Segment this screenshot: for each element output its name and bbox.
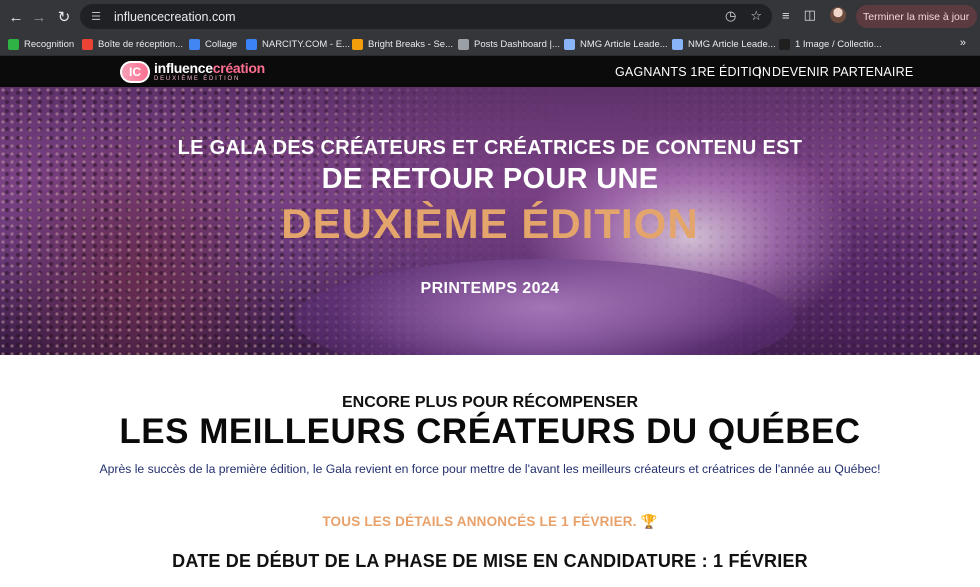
bookmark-label: NARCITY.COM - E... bbox=[262, 39, 350, 50]
bookmark-item[interactable]: NARCITY.COM - E... bbox=[246, 37, 350, 52]
bookmark-label: Boîte de réception... bbox=[98, 39, 184, 50]
bookmark-star-icon[interactable]: ☆ bbox=[750, 8, 762, 24]
reading-list-icon[interactable]: ≡ bbox=[782, 8, 790, 23]
bookmark-favicon-icon bbox=[672, 39, 683, 50]
performance-icon[interactable]: ◷ bbox=[725, 8, 736, 24]
bookmark-label: Posts Dashboard |... bbox=[474, 39, 560, 50]
logo-word-creation: création bbox=[212, 60, 265, 76]
site-header: IC influencecréation DEUXIÈME ÉDITION GA… bbox=[0, 56, 980, 87]
bookmark-item[interactable]: NMG Article Leade... bbox=[564, 37, 668, 52]
section-kicker: ENCORE PLUS POUR RÉCOMPENSER bbox=[341, 394, 639, 411]
site-logo[interactable]: IC influencecréation DEUXIÈME ÉDITION bbox=[120, 59, 265, 84]
bookmark-favicon-icon bbox=[352, 39, 363, 50]
nav-separator: | bbox=[758, 64, 762, 79]
section-description: Après le succès de la première édition, … bbox=[99, 462, 881, 476]
back-arrow-icon[interactable]: ← bbox=[4, 5, 28, 29]
bookmark-item[interactable]: Posts Dashboard |... bbox=[458, 37, 560, 52]
bookmark-favicon-icon bbox=[189, 39, 200, 50]
bookmark-label: 1 Image / Collectio... bbox=[795, 39, 882, 50]
bookmark-item[interactable]: 1 Image / Collectio... bbox=[779, 37, 882, 52]
bookmark-favicon-icon bbox=[564, 39, 575, 50]
hero-line-1: LE GALA DES CRÉATEURS ET CRÉATRICES DE C… bbox=[177, 137, 803, 159]
nav-partner-link[interactable]: DEVENIR PARTENAIRE bbox=[772, 65, 913, 79]
details-announcement: TOUS LES DÉTAILS ANNONCÉS LE 1 FÉVRIER. … bbox=[322, 514, 658, 529]
browser-toolbar: ← → ↻ ☰ influencecreation.com ◷ ☆ ≡ ◫ Te… bbox=[0, 0, 980, 33]
logo-mark: IC bbox=[120, 60, 150, 83]
bookmark-label: Bright Breaks - Se... bbox=[368, 39, 454, 50]
bookmark-favicon-icon bbox=[8, 39, 19, 50]
bookmark-item[interactable]: Bright Breaks - Se... bbox=[352, 37, 453, 52]
section-headline: LES MEILLEURS CRÉATEURS DU QUÉBEC bbox=[119, 412, 861, 451]
bookmark-label: Recognition bbox=[24, 39, 75, 50]
hero-season: PRINTEMPS 2024 bbox=[420, 280, 560, 297]
hero-line-2: DE RETOUR POUR UNE bbox=[321, 163, 659, 195]
bookmark-item[interactable]: Boîte de réception... bbox=[82, 37, 183, 52]
bookmarks-bar: Recognition Boîte de réception... Collag… bbox=[0, 33, 980, 56]
omnibox-actions: ◷ ☆ bbox=[725, 8, 762, 24]
update-button[interactable]: Terminer la mise à jour bbox=[856, 5, 978, 28]
bookmark-favicon-icon bbox=[779, 39, 790, 50]
logo-tagline: DEUXIÈME ÉDITION bbox=[154, 76, 241, 82]
site-settings-icon[interactable]: ☰ bbox=[88, 9, 104, 25]
logo-wordmark: influencecréation DEUXIÈME ÉDITION bbox=[154, 61, 265, 82]
logo-word-influence: influence bbox=[154, 60, 213, 76]
nav-winners-link[interactable]: GAGNANTS 1RE ÉDITION bbox=[615, 65, 771, 79]
bookmarks-overflow-icon[interactable]: » bbox=[960, 37, 966, 49]
profile-avatar[interactable] bbox=[829, 7, 846, 23]
url-text[interactable]: influencecreation.com bbox=[114, 10, 236, 24]
bookmark-favicon-icon bbox=[458, 39, 469, 50]
side-panel-icon[interactable]: ◫ bbox=[804, 7, 816, 23]
bookmark-favicon-icon bbox=[246, 39, 257, 50]
bookmark-item[interactable]: NMG Article Leade... bbox=[672, 37, 776, 52]
hero-edition-title: DEUXIÈME ÉDITION bbox=[281, 200, 699, 247]
bookmark-favicon-icon bbox=[82, 39, 93, 50]
bookmark-label: NMG Article Leade... bbox=[580, 39, 668, 50]
candidacy-date: DATE DE DÉBUT DE LA PHASE DE MISE EN CAN… bbox=[172, 551, 808, 571]
reload-icon[interactable]: ↻ bbox=[52, 5, 76, 29]
bookmark-item[interactable]: Collage bbox=[189, 37, 237, 52]
address-bar[interactable]: ☰ influencecreation.com ◷ ☆ bbox=[80, 4, 772, 29]
bookmark-item[interactable]: Recognition bbox=[8, 37, 74, 52]
toolbar-icons: ≡ ◫ bbox=[782, 7, 846, 23]
forward-arrow-icon[interactable]: → bbox=[27, 5, 51, 29]
hero-banner: LE GALA DES CRÉATEURS ET CRÉATRICES DE C… bbox=[0, 87, 980, 355]
bookmark-label: NMG Article Leade... bbox=[688, 39, 776, 50]
bookmark-label: Collage bbox=[205, 39, 238, 50]
